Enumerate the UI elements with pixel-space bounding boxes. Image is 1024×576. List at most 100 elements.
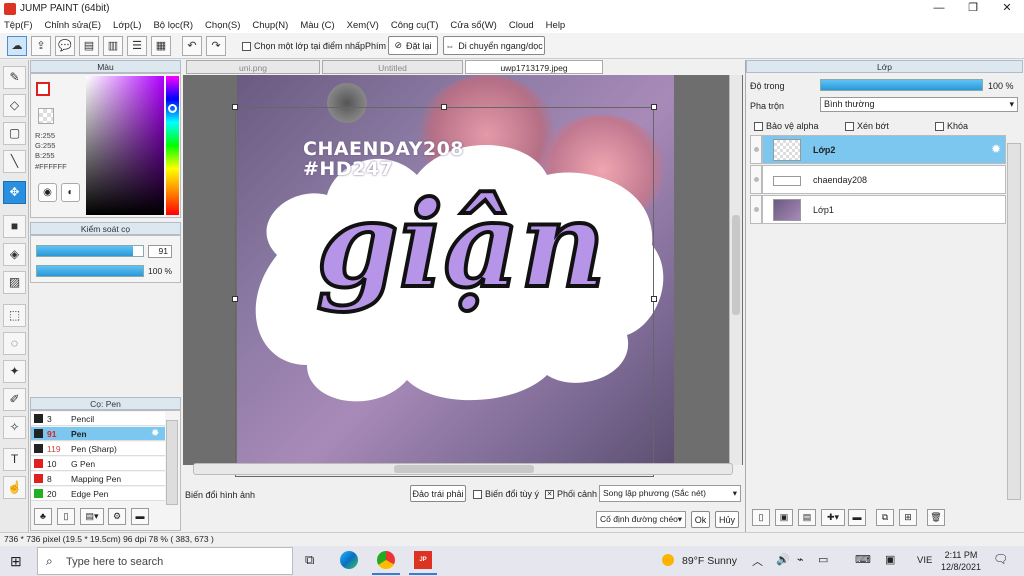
text-tool-icon[interactable]: T <box>3 448 26 471</box>
lasso-select-icon[interactable]: ◌ <box>3 332 26 355</box>
layer-visibility-toggle[interactable] <box>750 195 762 224</box>
lock-checkbox[interactable] <box>935 122 944 132</box>
clip-option[interactable]: Xén bớt <box>845 121 889 132</box>
artwork-canvas[interactable]: CHAENDAY208 #HD247 giận <box>237 75 674 463</box>
move-tool-icon[interactable]: ✥ <box>3 181 26 204</box>
transform-handle[interactable] <box>232 104 238 110</box>
palette-icon[interactable]: ◉ <box>38 183 57 202</box>
fill-rect-tool-icon[interactable]: ■ <box>3 215 26 238</box>
tab-uwp[interactable]: uwp1713179.jpeg <box>465 60 603 74</box>
menu-window[interactable]: Cửa sổ(W) <box>450 20 496 31</box>
tab-untitled[interactable]: Untitled <box>322 60 463 74</box>
taskbar-clock[interactable]: 2:11 PM 12/8/2021 <box>940 549 982 573</box>
brush-item[interactable]: 8 Mapping Pen <box>31 472 165 486</box>
duplicate-layer-icon[interactable]: ⧉ <box>876 509 894 526</box>
layer-visibility-toggle[interactable] <box>750 165 762 194</box>
brush-settings-icon[interactable]: ✹ <box>151 427 159 441</box>
layer-row-selected[interactable]: Lớp2 ✹ <box>762 135 1006 164</box>
cancel-button[interactable]: Hủy <box>715 511 739 528</box>
menu-help[interactable]: Help <box>546 20 566 31</box>
menu-file[interactable]: Tệp(F) <box>4 20 33 31</box>
brush-menu-icon[interactable]: ▤▾ <box>80 508 104 525</box>
perspective-option[interactable]: ✕ Phối cảnh <box>545 489 597 500</box>
ok-button[interactable]: Ok <box>691 511 710 528</box>
network-icon[interactable]: ⌁ <box>797 553 804 566</box>
menu-select[interactable]: Chọn(S) <box>205 20 240 31</box>
menu-tools[interactable]: Công cụ(T) <box>391 20 439 31</box>
layer-opacity-slider[interactable] <box>820 79 983 91</box>
foreground-color-swatch[interactable] <box>36 82 50 96</box>
message-icon[interactable]: ▤ <box>79 36 99 56</box>
select-pen-icon[interactable]: ✐ <box>3 388 26 411</box>
share-icon[interactable]: ⇪ <box>31 36 51 56</box>
tab-uni[interactable]: uni.png <box>186 60 320 74</box>
chrome-browser-icon[interactable] <box>377 551 395 569</box>
battery-icon[interactable]: ▭ <box>818 553 828 566</box>
maximize-button[interactable]: ❐ <box>956 0 990 17</box>
brush-item-selected[interactable]: 91 Pen ✹ <box>31 427 165 441</box>
select-layer-option[interactable]: Chọn một lớp tại điểm nhấp <box>242 41 365 52</box>
layer-visibility-toggle[interactable] <box>750 135 762 164</box>
taskbar-search-box[interactable]: ⌕ Type here to search <box>37 547 293 575</box>
menu-layer[interactable]: Lớp(L) <box>113 20 141 31</box>
minimize-button[interactable]: — <box>922 0 956 17</box>
perspective-checkbox[interactable]: ✕ <box>545 490 554 500</box>
new-vector-layer-icon[interactable]: ▣ <box>775 509 793 526</box>
layer-row[interactable]: Lớp1 <box>762 195 1006 224</box>
undo-icon[interactable]: ↶ <box>182 36 202 56</box>
transform-handle[interactable] <box>651 104 657 110</box>
monitor-icon[interactable]: ▣ <box>885 553 895 566</box>
brush-item[interactable]: 10 G Pen <box>31 457 165 471</box>
interpolation-select[interactable]: Song lập phương (Sắc nét) ▾ <box>599 485 741 502</box>
jump-paint-app-icon[interactable]: JP <box>414 551 432 569</box>
brush-settings-button-icon[interactable]: ⚙ <box>108 508 126 525</box>
new-text-layer-icon[interactable]: ▤ <box>798 509 816 526</box>
transform-handle[interactable] <box>232 296 238 302</box>
horizontal-scrollbar[interactable] <box>193 463 733 475</box>
layer-list-scrollbar[interactable] <box>1007 143 1021 500</box>
weather-text[interactable]: 89°F Sunny <box>682 555 737 567</box>
windows-start-icon[interactable]: ⊞ <box>10 553 22 570</box>
menu-capture[interactable]: Chụp(N) <box>252 20 288 31</box>
rectangle-tool-icon[interactable]: ▢ <box>3 122 26 145</box>
eyedropper-icon[interactable]: ◐ <box>61 183 80 202</box>
menu-edit[interactable]: Chỉnh sửa(E) <box>45 20 102 31</box>
blend-mode-select[interactable]: Bình thường ▾ <box>820 97 1018 112</box>
fixed-diagonal-select[interactable]: Cố định đường chéo ▾ <box>596 511 686 528</box>
speaker-icon[interactable]: 🔊 <box>776 553 790 566</box>
free-transform-option[interactable]: Biến đổi tùy ý <box>473 489 539 500</box>
brush-size-value[interactable]: 91 <box>148 245 172 258</box>
grid-icon[interactable]: ▦ <box>151 36 171 56</box>
menu-filter[interactable]: Bộ lọc(R) <box>153 20 193 31</box>
comment-icon[interactable]: 💬 <box>55 36 75 56</box>
bucket-tool-icon[interactable]: ◈ <box>3 243 26 266</box>
clip-checkbox[interactable] <box>845 122 854 132</box>
hue-slider[interactable] <box>166 76 179 215</box>
move-hv-button[interactable]: ⇔ Di chuyển ngang/dọc <box>443 36 545 55</box>
brush-list-scrollbar[interactable] <box>166 420 178 505</box>
new-brush-icon[interactable]: ▯ <box>57 508 75 525</box>
layer-folder-icon[interactable]: ▬ <box>848 509 866 526</box>
select-layer-checkbox[interactable] <box>242 42 251 52</box>
transform-handle[interactable] <box>651 296 657 302</box>
brush-item[interactable]: 3 Pencil <box>31 412 165 426</box>
lock-option[interactable]: Khóa <box>935 121 968 132</box>
chevron-up-icon[interactable]: ︿ <box>752 553 763 569</box>
vertical-scrollbar[interactable] <box>729 75 742 465</box>
layer-settings-icon[interactable]: ✹ <box>991 142 1001 156</box>
menu-cloud[interactable]: Cloud <box>509 20 534 31</box>
keyboard-icon[interactable]: ⌨ <box>855 553 871 566</box>
cloud-sync-icon[interactable]: ☁ <box>7 36 27 56</box>
brush-item[interactable]: 119 Pen (Sharp) <box>31 442 165 456</box>
pen-tool-icon[interactable]: ✎ <box>3 66 26 89</box>
close-button[interactable]: ✕ <box>990 0 1024 17</box>
brush-folder-icon[interactable]: ▬ <box>131 508 149 525</box>
free-transform-checkbox[interactable] <box>473 490 482 500</box>
add-brush-icon[interactable]: ♣ <box>34 508 52 525</box>
menu-color[interactable]: Màu (C) <box>300 20 334 31</box>
brush-opacity-slider[interactable] <box>36 265 144 277</box>
hand-tool-icon[interactable]: ☝ <box>3 476 26 499</box>
magic-wand-icon[interactable]: ✦ <box>3 360 26 383</box>
task-view-icon[interactable]: ⧉ <box>305 552 314 568</box>
brush-size-slider[interactable] <box>36 245 144 257</box>
